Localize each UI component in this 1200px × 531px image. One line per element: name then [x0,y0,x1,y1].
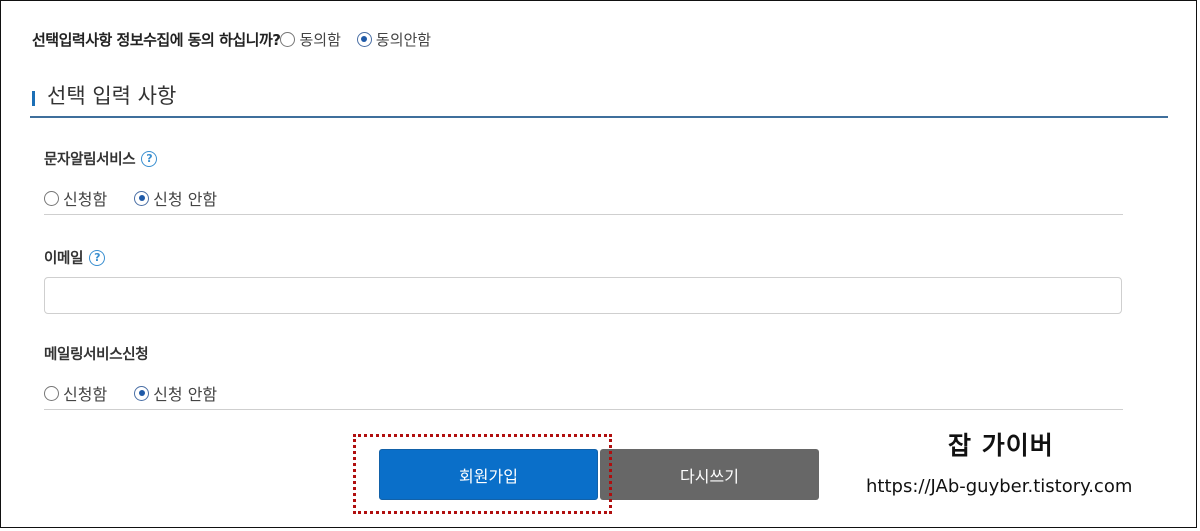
help-icon[interactable]: ? [89,249,106,266]
mailing-service-options: 신청함 신청 안함 [44,381,217,405]
consent-disagree-radio[interactable] [356,31,372,47]
mailing-no-apply-radio[interactable] [134,385,150,401]
field-divider [44,214,1123,215]
sms-no-apply-label: 신청 안함 [153,190,218,209]
mailing-no-apply-option[interactable]: 신청 안함 [134,381,217,405]
mailing-service-label: 메일링서비스신청 [44,347,149,363]
consent-agree-radio[interactable] [280,31,296,47]
sms-service-options: 신청함 신청 안함 [44,186,217,210]
reset-button[interactable]: 다시쓰기 [600,449,819,500]
sms-service-label: 문자알림서비스 [44,152,136,168]
sms-service-label-row: 문자알림서비스 ? [44,148,158,169]
section-accent-bar [32,90,35,106]
consent-disagree-label: 동의안함 [375,30,432,49]
help-icon[interactable]: ? [141,150,158,167]
highlight-box [353,434,612,514]
watermark-title: 잡 가이버 [948,431,1054,460]
consent-row: 선택입력사항 정보수집에 동의 하십니까? 동의함 동의안함 [32,27,431,51]
consent-agree-label: 동의함 [299,30,341,49]
field-divider [44,409,1123,410]
sms-no-apply-radio[interactable] [134,190,150,206]
email-field[interactable] [44,277,1122,314]
section-title: 선택 입력 사항 [47,84,177,108]
email-label: 이메일 [44,251,84,267]
sms-apply-label: 신청함 [63,190,108,209]
email-label-row: 이메일 ? [44,247,106,268]
consent-disagree-option[interactable]: 동의안함 [356,29,432,50]
mailing-no-apply-label: 신청 안함 [153,385,218,404]
consent-agree-option[interactable]: 동의함 [280,29,341,50]
sms-no-apply-option[interactable]: 신청 안함 [134,186,217,210]
sms-apply-radio[interactable] [44,190,59,206]
watermark-url: https://JAb-guyber.tistory.com [866,476,1133,497]
mailing-apply-radio[interactable] [44,385,59,401]
consent-question: 선택입력사항 정보수집에 동의 하십니까? [32,30,281,49]
mailing-apply-label: 신청함 [63,385,108,404]
section-header: 선택 입력 사항 [32,78,176,112]
mailing-apply-option[interactable]: 신청함 [44,381,107,405]
section-divider [30,116,1168,118]
mailing-service-label-row: 메일링서비스신청 [44,343,149,364]
sms-apply-option[interactable]: 신청함 [44,186,107,210]
